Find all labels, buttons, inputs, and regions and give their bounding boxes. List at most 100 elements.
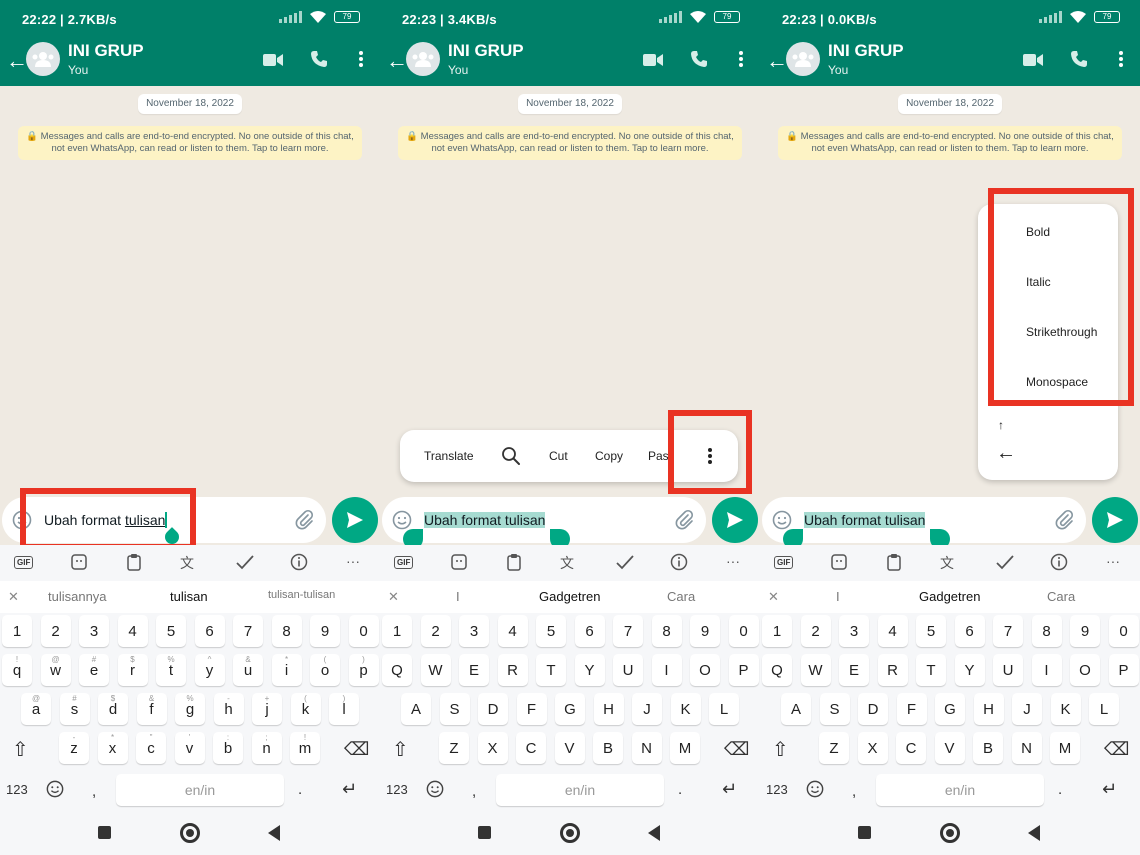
toolbar-paste-button[interactable]: Pas <box>648 449 669 463</box>
key-7[interactable]: 7 <box>993 615 1023 647</box>
key-p[interactable]: P <box>728 654 759 686</box>
key-c[interactable]: " c <box>136 732 166 764</box>
key-p[interactable]: P <box>1108 654 1139 686</box>
voice-call-icon[interactable] <box>1070 50 1088 73</box>
shift-key[interactable]: ⇧ <box>772 737 789 762</box>
emoji-key-icon[interactable] <box>426 780 444 802</box>
key-k[interactable]: K <box>670 693 701 725</box>
key-m[interactable]: M <box>1050 732 1080 764</box>
home-button[interactable] <box>940 823 960 843</box>
key-y[interactable]: ^ y <box>194 654 225 686</box>
key-2[interactable]: 2 <box>40 615 71 647</box>
key-l[interactable]: L <box>709 693 739 725</box>
recents-button[interactable] <box>858 826 871 839</box>
collapse-icon[interactable]: ✕ <box>388 589 399 605</box>
key-m[interactable]: M <box>670 732 700 764</box>
back-arrow-icon[interactable]: ← <box>766 48 788 74</box>
key-l[interactable]: L <box>1089 693 1119 725</box>
key-u[interactable]: & u <box>233 654 263 686</box>
key-t[interactable]: T <box>536 654 566 686</box>
recents-button[interactable] <box>98 826 111 839</box>
period-key[interactable]: . <box>298 781 302 798</box>
send-button[interactable] <box>332 497 378 543</box>
key-6[interactable]: 6 <box>194 615 225 647</box>
enter-key[interactable]: ↵ <box>722 779 737 800</box>
key-y[interactable]: Y <box>574 654 605 686</box>
handwriting-icon[interactable] <box>995 553 1015 574</box>
key-v[interactable]: V <box>934 732 965 764</box>
space-key[interactable]: en/in <box>876 774 1044 806</box>
info-icon[interactable] <box>670 553 688 574</box>
message-input[interactable]: Ubah format tulisan <box>762 497 1086 543</box>
numbers-key[interactable]: 123 <box>6 782 28 797</box>
key-d[interactable]: $ d <box>98 693 128 725</box>
menu-back-icon[interactable]: ← <box>996 442 1016 465</box>
suggestion-1[interactable]: I <box>836 589 840 604</box>
key-k[interactable]: K <box>1050 693 1081 725</box>
key-j[interactable]: + j <box>252 693 282 725</box>
clipboard-icon[interactable] <box>125 553 143 574</box>
collapse-icon[interactable]: ✕ <box>8 589 19 605</box>
key-i[interactable]: I <box>1031 654 1062 686</box>
translate-icon[interactable]: 文 <box>180 553 194 573</box>
sticker-icon[interactable] <box>70 553 88 574</box>
key-t[interactable]: T <box>916 654 946 686</box>
home-button[interactable] <box>180 823 200 843</box>
more-options-icon[interactable] <box>738 50 744 73</box>
key-6[interactable]: 6 <box>954 615 985 647</box>
key-h[interactable]: -h <box>213 693 244 725</box>
key-o[interactable]: (o <box>310 654 340 686</box>
key-a[interactable]: A <box>401 693 431 725</box>
key-b[interactable]: :b <box>213 732 243 764</box>
emoji-key-icon[interactable] <box>46 780 64 802</box>
key-w[interactable]: W <box>420 654 451 686</box>
shift-key[interactable]: ⇧ <box>12 737 29 762</box>
key-f[interactable]: & f <box>136 693 167 725</box>
key-h[interactable]: H <box>593 693 624 725</box>
key-r[interactable]: R <box>497 654 528 686</box>
key-z[interactable]: Z <box>439 732 469 764</box>
key-n[interactable]: N <box>631 732 662 764</box>
key-0[interactable]: 0 <box>348 615 379 647</box>
encryption-notice[interactable]: 🔒 Messages and calls are end-to-end encr… <box>778 126 1122 160</box>
key-5[interactable]: 5 <box>536 615 566 647</box>
key-3[interactable]: 3 <box>79 615 109 647</box>
numbers-key[interactable]: 123 <box>386 782 408 797</box>
group-avatar[interactable] <box>786 42 820 76</box>
sticker-icon[interactable] <box>830 553 848 574</box>
key-i[interactable]: I <box>651 654 682 686</box>
key-b[interactable]: B <box>973 732 1003 764</box>
key-g[interactable]: G <box>935 693 965 725</box>
comma-key[interactable]: , <box>852 783 856 800</box>
key-0[interactable]: 0 <box>1108 615 1139 647</box>
key-b[interactable]: B <box>593 732 623 764</box>
backspace-key[interactable]: ⌫ <box>344 739 369 760</box>
back-arrow-icon[interactable]: ← <box>386 48 408 74</box>
gif-button[interactable]: GIF <box>774 553 794 569</box>
key-q[interactable]: Q <box>382 654 412 686</box>
attach-icon[interactable] <box>1054 509 1074 536</box>
key-0[interactable]: 0 <box>728 615 759 647</box>
key-x[interactable]: X <box>857 732 888 764</box>
key-u[interactable]: U <box>613 654 643 686</box>
key-o[interactable]: O <box>690 654 720 686</box>
key-9[interactable]: 9 <box>310 615 340 647</box>
video-call-icon[interactable] <box>262 52 284 73</box>
key-2[interactable]: 2 <box>800 615 831 647</box>
back-arrow-icon[interactable]: ← <box>6 48 28 74</box>
recents-button[interactable] <box>478 826 491 839</box>
key-e[interactable]: E <box>839 654 869 686</box>
key-a[interactable]: A <box>781 693 811 725</box>
more-icon[interactable]: ··· <box>1106 553 1120 569</box>
more-icon[interactable]: ··· <box>726 553 740 569</box>
chat-title[interactable]: INI GRUP <box>828 41 904 61</box>
key-4[interactable]: 4 <box>497 615 528 647</box>
toolbar-cut-button[interactable]: Cut <box>549 449 568 463</box>
space-key[interactable]: en/in <box>496 774 664 806</box>
home-button[interactable] <box>560 823 580 843</box>
numbers-key[interactable]: 123 <box>766 782 788 797</box>
key-a[interactable]: @ a <box>21 693 51 725</box>
key-1[interactable]: 1 <box>2 615 32 647</box>
group-avatar[interactable] <box>26 42 60 76</box>
shift-key[interactable]: ⇧ <box>392 737 409 762</box>
